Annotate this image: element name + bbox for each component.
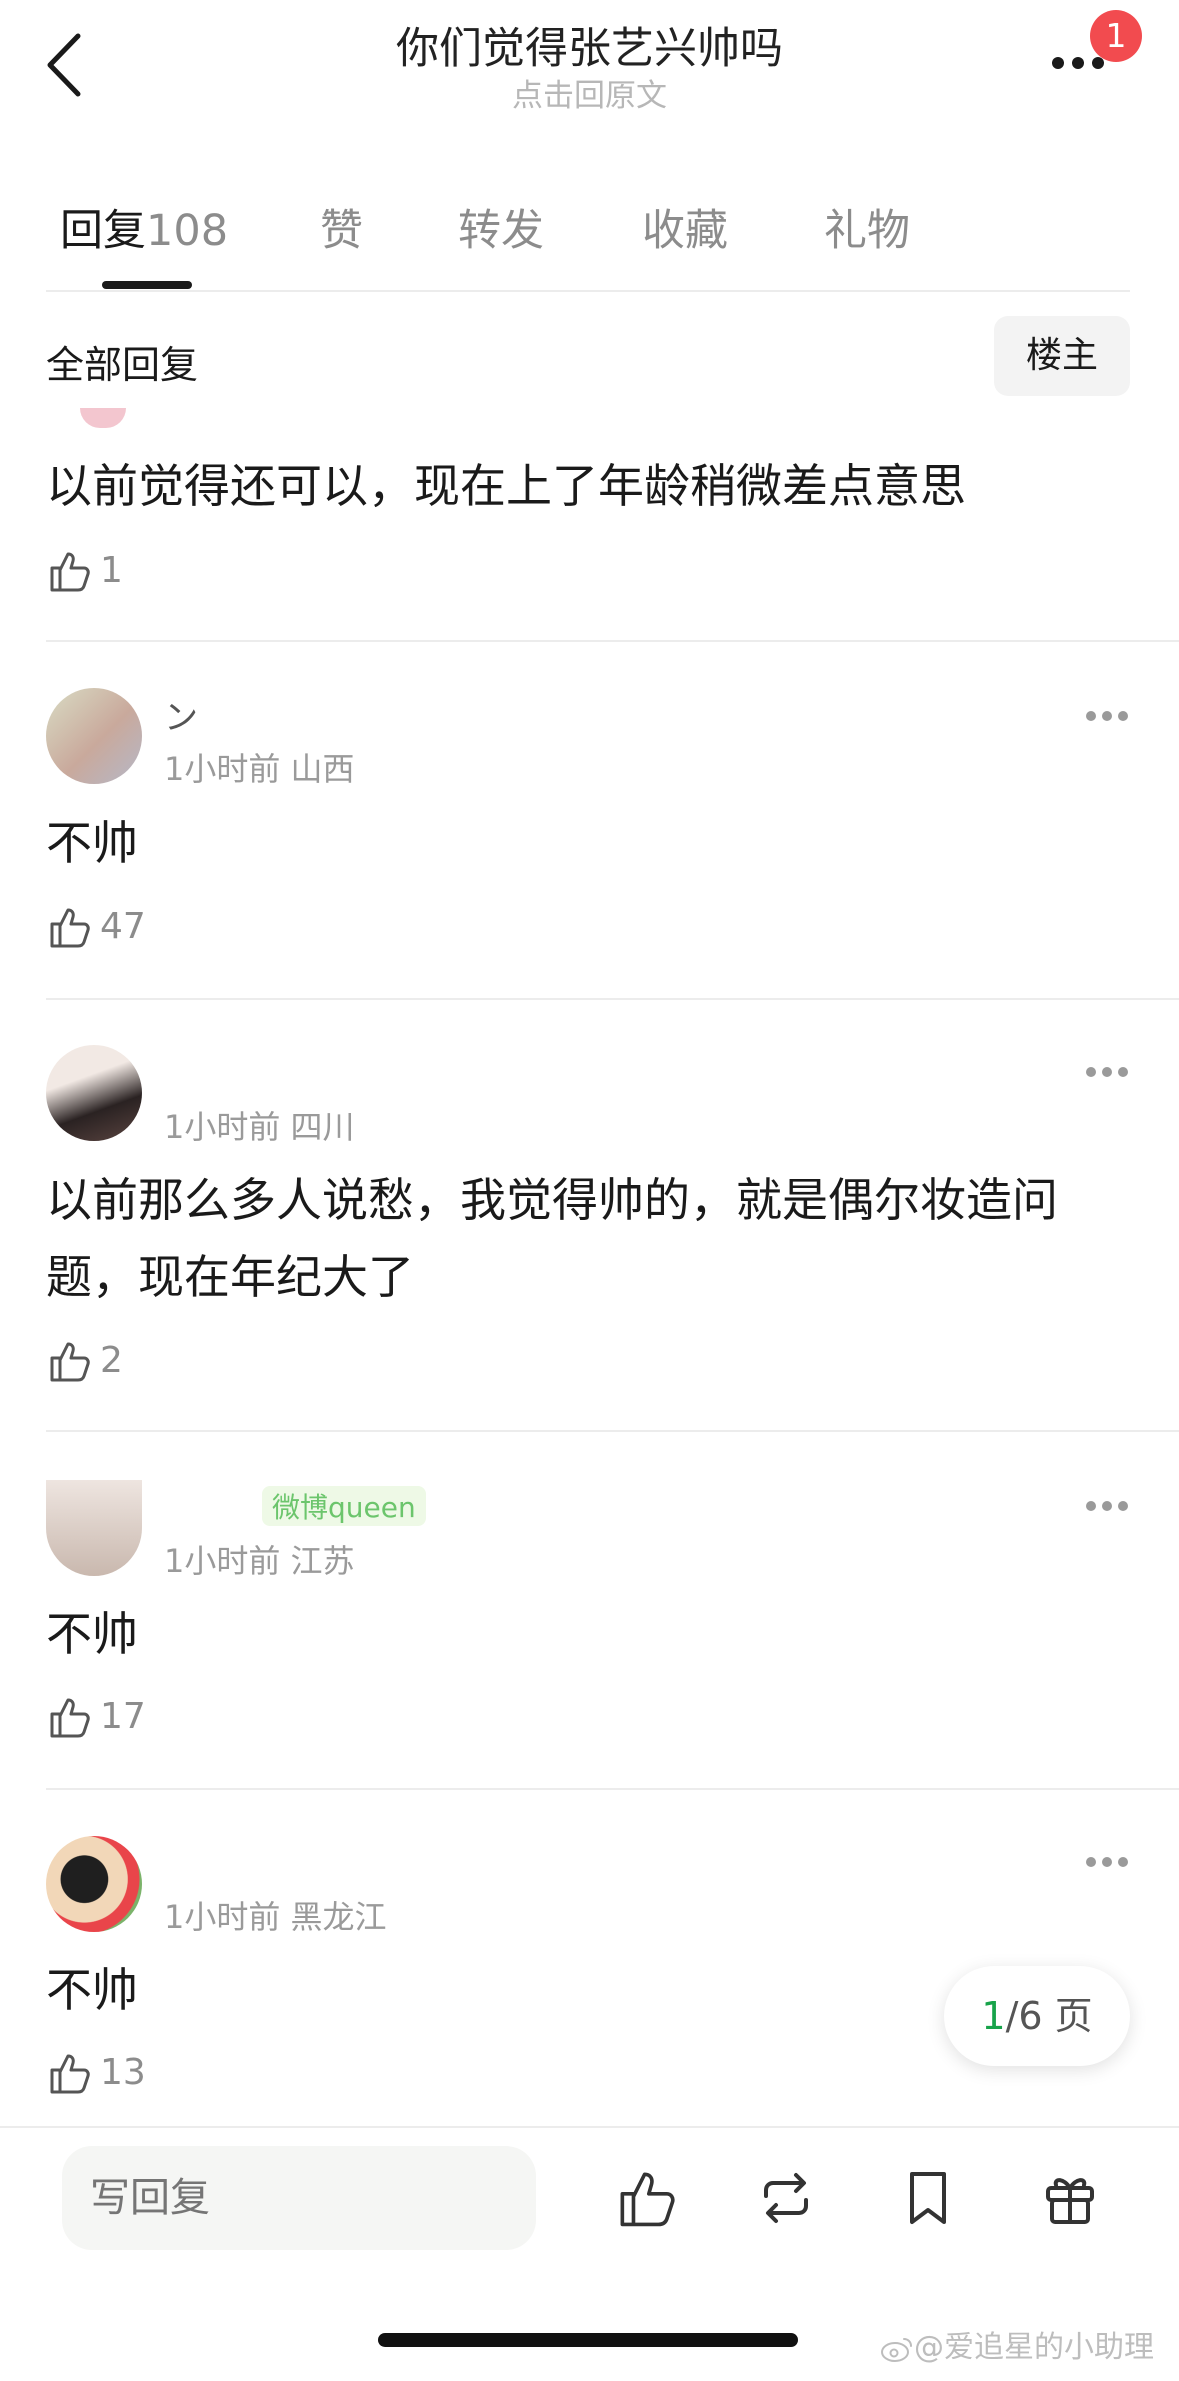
active-tab-indicator [102,281,192,289]
post-more-icon[interactable] [1086,1062,1136,1077]
post-divider [46,640,1179,642]
tab-favorites[interactable]: 收藏 [642,196,728,258]
post-divider [46,1788,1179,1790]
like-button[interactable] [46,2050,92,2100]
avatar[interactable] [46,1836,142,1932]
repost-button[interactable] [754,2166,818,2234]
home-indicator [378,2333,798,2347]
avatar[interactable] [46,688,142,784]
watermark-text: @爱追星的小助理 [914,2330,1154,2365]
thumbs-up-icon [50,1342,90,1382]
notification-badge: 1 [1090,10,1142,62]
back-to-original-link[interactable]: 点击回原文 [0,70,1179,115]
reply-text-line: 题，现在年纪大了 [46,1250,414,1304]
post-divider [46,998,1179,1000]
username[interactable]: ン [164,690,198,739]
post-meta: 1小时前 四川 [164,1108,355,1146]
post-meta: 1小时前 江苏 [164,1542,355,1580]
reply-text: 不帅 [46,1963,138,2017]
reply-text: 不帅 [46,816,138,870]
reply-text: 不帅 [46,1607,138,1661]
like-count: 17 [100,1696,146,1737]
page-title: 你们觉得张艺兴帅吗 [396,24,783,74]
like-button[interactable] [46,548,92,598]
tabs-divider [46,290,1130,292]
like-count: 1 [100,550,123,591]
tab-replies[interactable]: 回复108 [60,196,228,258]
like-post-button[interactable] [614,2166,678,2234]
like-button[interactable] [46,904,92,954]
post-meta: 1小时前 黑龙江 [164,1898,387,1936]
reply-text: 以前觉得还可以，现在上了年龄稍微差点意思 [46,459,966,513]
gift-button[interactable] [1038,2166,1102,2234]
like-button[interactable] [46,1694,92,1744]
avatar[interactable] [46,1480,142,1576]
tab-replies-count: 108 [146,206,229,256]
section-title: 全部回复 [46,343,199,387]
thumbs-up-icon [620,2172,675,2227]
user-tag-badge: 微博queen [262,1486,426,1526]
post-divider [46,1430,1179,1432]
bookmark-icon [910,2172,946,2224]
bookmark-button[interactable] [896,2166,960,2234]
gift-icon [1046,2178,1094,2224]
tab-reposts[interactable]: 转发 [458,196,544,258]
watermark: @爱追星的小助理 [880,2322,1154,2366]
like-count: 13 [100,2052,146,2093]
reply-text-line: 以前那么多人说愁，我觉得帅的，就是偶尔妆造问 [46,1173,1058,1227]
tab-likes[interactable]: 赞 [320,196,363,258]
avatar[interactable] [80,408,126,428]
like-count: 2 [100,1340,123,1381]
reply-text: 以前那么多人说愁，我觉得帅的，就是偶尔妆造问 题，现在年纪大了 [46,1162,1146,1316]
page-indicator[interactable]: 1/6 页 [944,1966,1130,2066]
tab-replies-label: 回复 [60,206,146,256]
owner-filter-button[interactable]: 楼主 [994,316,1130,396]
avatar[interactable] [46,1045,142,1141]
current-page: 1 [981,1994,1006,2038]
tab-gifts[interactable]: 礼物 [824,196,910,258]
post-more-icon[interactable] [1086,1496,1136,1511]
thumbs-up-icon [50,2054,90,2094]
weibo-icon [881,2337,912,2362]
reply-input[interactable] [62,2146,536,2250]
thumbs-up-icon [50,908,90,948]
repost-icon [764,2173,808,2223]
like-count: 47 [100,906,146,947]
thumbs-up-icon [50,552,90,592]
post-meta: 1小时前 山西 [164,750,355,788]
post-more-icon[interactable] [1086,1852,1136,1867]
post-more-icon[interactable] [1086,706,1136,721]
thumbs-up-icon [50,1698,90,1738]
total-pages: /6 页 [1005,1994,1093,2038]
like-button[interactable] [46,1338,92,1388]
